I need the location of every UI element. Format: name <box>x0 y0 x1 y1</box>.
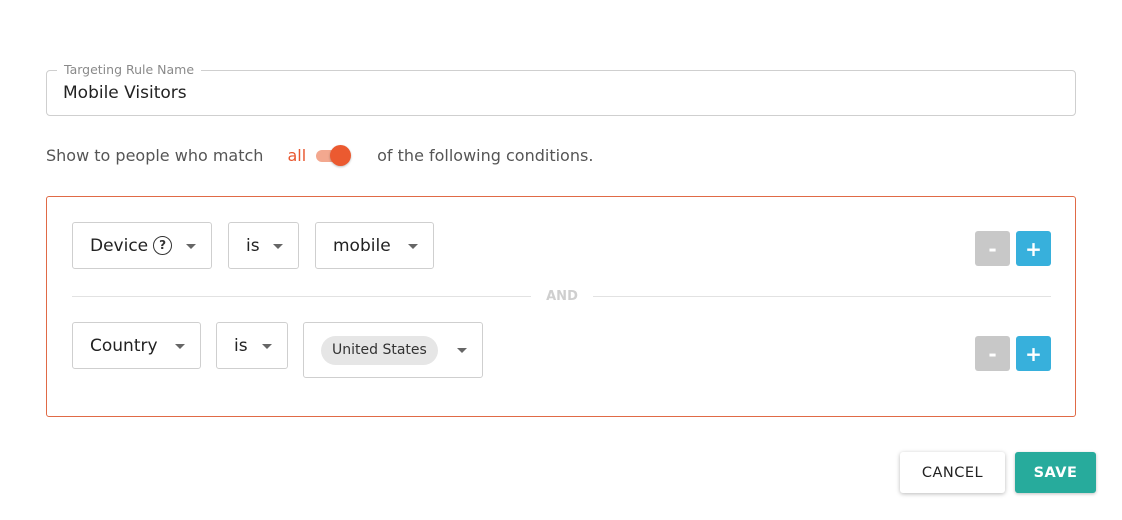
caret-down-icon <box>186 243 196 249</box>
caret-down-icon <box>273 243 283 249</box>
divider-line-left <box>72 296 531 297</box>
condition-2-remove-button[interactable]: - <box>975 336 1010 371</box>
condition-1-value-select[interactable]: mobile <box>315 222 434 269</box>
condition-1-add-button[interactable]: + <box>1016 231 1051 266</box>
match-mode-toggle[interactable] <box>314 145 354 166</box>
and-divider-label: AND <box>546 289 578 304</box>
condition-1-field-label: Device <box>90 235 149 256</box>
condition-2-operator-label: is <box>234 335 248 356</box>
caret-down-icon <box>262 343 272 349</box>
rule-name-field[interactable]: Targeting Rule Name <box>46 62 1076 116</box>
condition-2-value-select[interactable]: United States <box>303 322 483 378</box>
condition-2-operator-select[interactable]: is <box>216 322 288 369</box>
divider-line-right <box>593 296 1051 297</box>
save-button[interactable]: SAVE <box>1015 452 1096 493</box>
toggle-knob <box>330 145 352 166</box>
cancel-button[interactable]: CANCEL <box>900 452 1005 493</box>
condition-1-operator-label: is <box>246 235 260 256</box>
help-circle-icon[interactable]: ? <box>153 236 173 255</box>
conditions-box: Device ? is mobile - + AND Country is Un… <box>46 196 1076 417</box>
condition-2-add-button[interactable]: + <box>1016 336 1051 371</box>
condition-2-field-label: Country <box>90 335 158 356</box>
rule-name-input[interactable] <box>63 83 963 103</box>
condition-2-field-select[interactable]: Country <box>72 322 201 369</box>
match-mode-label: all <box>287 145 307 165</box>
condition-1-value-label: mobile <box>333 235 391 256</box>
condition-1-remove-button[interactable]: - <box>975 231 1010 266</box>
condition-1-field-select[interactable]: Device ? <box>72 222 212 269</box>
rule-name-label: Targeting Rule Name <box>57 62 202 78</box>
caret-down-icon <box>457 348 467 353</box>
country-chip[interactable]: United States <box>321 335 438 365</box>
match-suffix: of the following conditions. <box>377 145 594 165</box>
condition-1-operator-select[interactable]: is <box>228 222 299 269</box>
match-row: Show to people who match all of the foll… <box>46 144 593 166</box>
caret-down-icon <box>175 343 185 349</box>
match-prefix: Show to people who match <box>46 145 264 165</box>
caret-down-icon <box>408 243 418 249</box>
